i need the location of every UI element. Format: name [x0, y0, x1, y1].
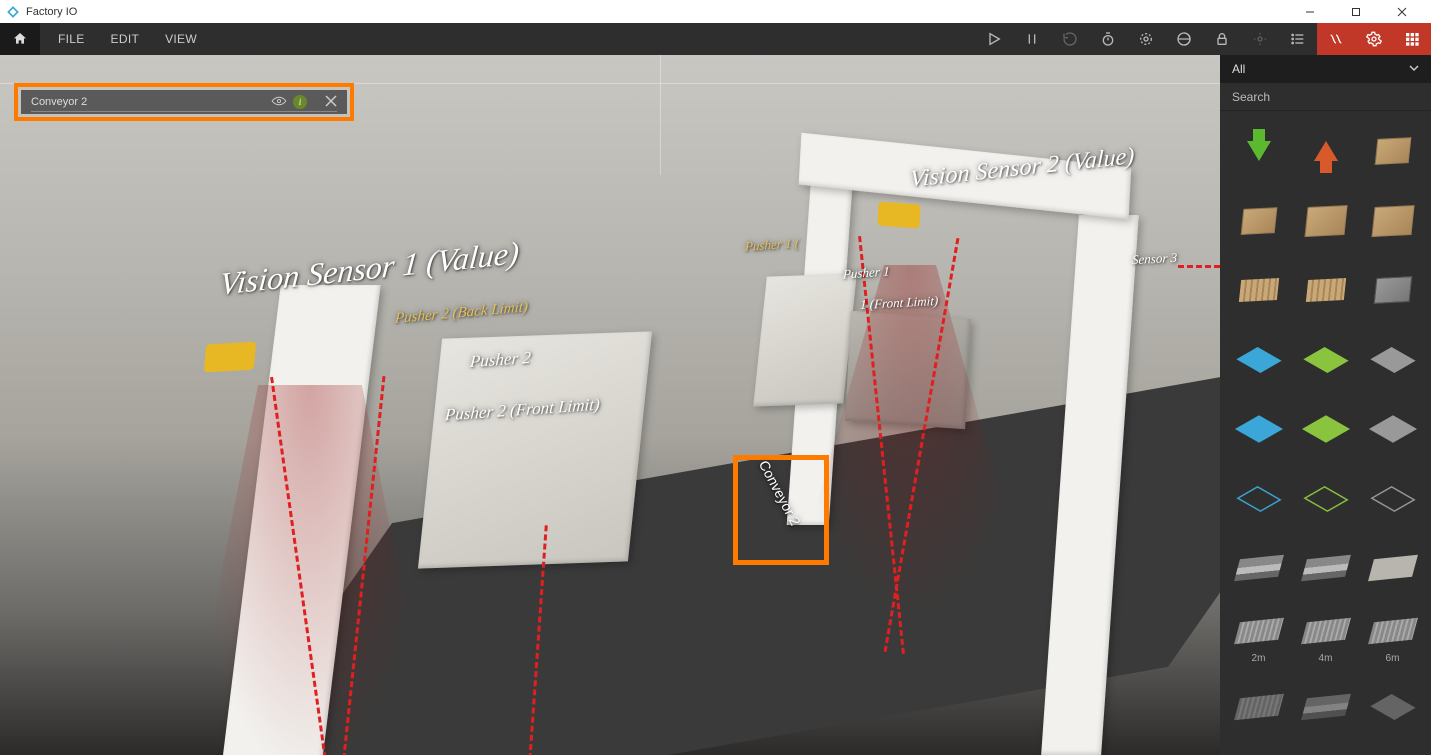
visibility-icon[interactable] — [271, 96, 287, 109]
window-controls — [1287, 0, 1425, 23]
menu-edit[interactable]: EDIT — [111, 32, 140, 46]
part-box-small[interactable] — [1360, 121, 1425, 181]
search-placeholder: Search — [1232, 90, 1270, 104]
part-box-large[interactable] — [1293, 191, 1358, 251]
part-outline-grey[interactable] — [1360, 469, 1425, 529]
part-extra-3[interactable] — [1360, 677, 1425, 737]
part-belt-conveyor[interactable] — [1226, 538, 1291, 598]
play-button[interactable] — [975, 23, 1013, 55]
selection-panel: Conveyor 2 i — [14, 83, 354, 121]
menu-file[interactable]: FILE — [58, 32, 85, 46]
alerts-button[interactable] — [1317, 23, 1355, 55]
part-belt-conveyor-2[interactable] — [1293, 538, 1358, 598]
part-lid-blue[interactable] — [1226, 330, 1291, 390]
selection-name-input[interactable]: Conveyor 2 — [31, 96, 87, 108]
part-roller-2m[interactable]: 2m — [1226, 608, 1291, 668]
conveyor-2-tag: Conveyor 2 — [740, 473, 828, 561]
pause-button[interactable] — [1013, 23, 1051, 55]
label-pusher-1: Pusher 1 — [843, 263, 890, 282]
part-pallet-wood[interactable] — [1226, 260, 1291, 320]
minimize-button[interactable] — [1287, 0, 1333, 23]
part-roller-6m[interactable]: 6m — [1360, 608, 1425, 668]
part-box-medium[interactable] — [1226, 191, 1291, 251]
reset-button[interactable] — [1051, 23, 1089, 55]
part-base-green[interactable] — [1293, 399, 1358, 459]
window-titlebar: Factory IO — [0, 0, 1431, 23]
label-pusher-1-back: Pusher 1 ( — [745, 235, 800, 255]
info-icon[interactable]: i — [293, 95, 307, 109]
part-box-xl[interactable] — [1360, 191, 1425, 251]
part-outline-blue[interactable] — [1226, 469, 1291, 529]
part-base-blue[interactable] — [1226, 399, 1291, 459]
settings-button[interactable] — [1355, 23, 1393, 55]
label-sensor-3: Sensor 3 — [1132, 250, 1178, 268]
palette-toggle-button[interactable] — [1393, 23, 1431, 55]
target-button[interactable] — [1241, 23, 1279, 55]
part-base-grey[interactable] — [1360, 399, 1425, 459]
part-remover[interactable] — [1293, 121, 1358, 181]
main-toolbar: FILE EDIT VIEW — [0, 23, 1431, 55]
close-window-button[interactable] — [1379, 0, 1425, 23]
palette-grid: 2m 4m 6m — [1220, 111, 1431, 755]
app-icon — [6, 5, 20, 19]
part-roller-4m[interactable]: 4m — [1293, 608, 1358, 668]
3d-viewport[interactable]: Vision Sensor 1 (Value) Vision Sensor 2 … — [0, 55, 1431, 755]
part-flat-conveyor[interactable] — [1360, 538, 1425, 598]
part-outline-green[interactable] — [1293, 469, 1358, 529]
part-crate[interactable] — [1360, 260, 1425, 320]
part-extra-1[interactable] — [1226, 677, 1291, 737]
home-button[interactable] — [0, 23, 40, 55]
sensors-tags-button[interactable] — [1127, 23, 1165, 55]
parts-palette: All Search 2m 4m 6m — [1220, 55, 1431, 755]
part-pallet-stack[interactable] — [1293, 260, 1358, 320]
part-lid-grey[interactable] — [1360, 330, 1425, 390]
vision-sensor-2-head — [877, 202, 920, 229]
part-emitter[interactable] — [1226, 121, 1291, 181]
vision-sensor-1-head — [204, 342, 256, 373]
list-button[interactable] — [1279, 23, 1317, 55]
maximize-button[interactable] — [1333, 0, 1379, 23]
palette-search-input[interactable]: Search — [1220, 83, 1431, 111]
drivers-button[interactable] — [1165, 23, 1203, 55]
palette-filter-label: All — [1232, 62, 1245, 76]
menu-view[interactable]: VIEW — [165, 32, 197, 46]
pusher-1-body — [753, 273, 857, 406]
part-extra-2[interactable] — [1293, 677, 1358, 737]
pusher-2-body — [418, 331, 652, 568]
timer-button[interactable] — [1089, 23, 1127, 55]
label-pusher-2-back: Pusher 2 (Back Limit) — [394, 299, 528, 328]
chevron-down-icon — [1409, 62, 1419, 76]
part-lid-green[interactable] — [1293, 330, 1358, 390]
close-icon[interactable] — [325, 95, 337, 110]
window-title: Factory IO — [26, 6, 77, 18]
palette-filter-dropdown[interactable]: All — [1220, 55, 1431, 83]
lock-button[interactable] — [1203, 23, 1241, 55]
